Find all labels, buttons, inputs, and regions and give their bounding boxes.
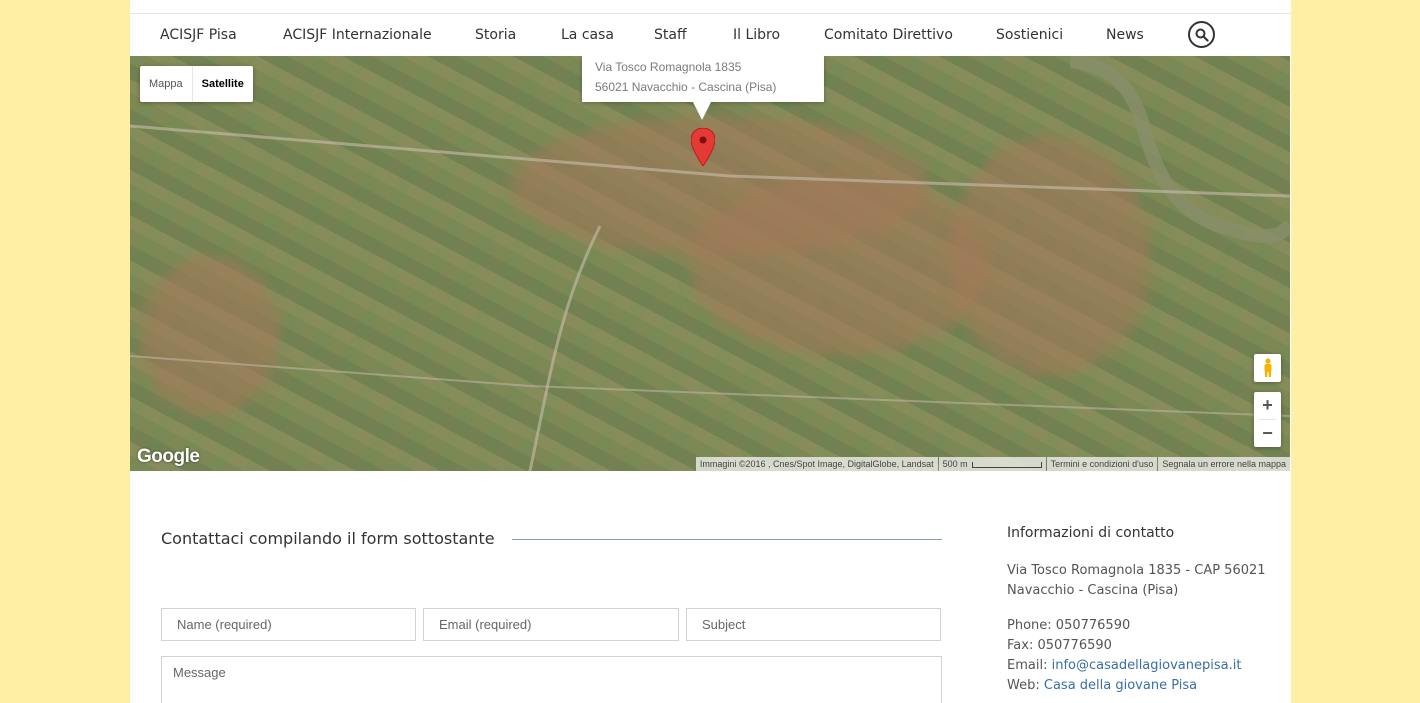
nav-item-comitato-direttivo[interactable]: Comitato Direttivo (824, 14, 953, 56)
main-navigation: ACISJF Pisa ACISJF Internazionale Storia… (130, 14, 1291, 56)
phone-label: Phone: (1007, 618, 1052, 633)
map-imagery-credit: Immagini ©2016 , Cnes/Spot Image, Digita… (695, 457, 938, 471)
email-field[interactable]: Email (required) (423, 608, 679, 641)
street-view-button[interactable] (1254, 354, 1281, 382)
info-window-address-line2: 56021 Navacchio - Cascina (Pisa) (595, 80, 777, 94)
nav-item-il-libro[interactable]: Il Libro (733, 14, 780, 56)
map-terms-link[interactable]: Termini e condizioni d'uso (1046, 457, 1158, 471)
phone-line: Phone: 050776590 (1007, 616, 1130, 636)
nav-item-acisjf-internazionale[interactable]: ACISJF Internazionale (283, 14, 432, 56)
form-heading: Contattaci compilando il form sottostant… (161, 529, 495, 548)
fax-label: Fax: (1007, 638, 1034, 653)
nav-item-storia[interactable]: Storia (475, 14, 516, 56)
email-label: Email: (1007, 658, 1048, 673)
map-scale[interactable]: 500 m (938, 457, 1046, 471)
search-button[interactable] (1188, 21, 1215, 48)
web-label: Web: (1007, 678, 1040, 693)
satellite-map[interactable]: Mappa Satellite Via Tosco Romagnola 1835… (130, 56, 1290, 471)
zoom-control: + − (1254, 392, 1281, 447)
map-pin-icon[interactable] (691, 128, 715, 166)
nav-item-news[interactable]: News (1106, 14, 1144, 56)
map-attribution-bar: Immagini ©2016 , Cnes/Spot Image, Digita… (695, 457, 1290, 471)
nav-item-sostienici[interactable]: Sostienici (996, 14, 1063, 56)
info-window-address-line1: Via Tosco Romagnola 1835 (595, 60, 742, 74)
page-container: ACISJF Pisa ACISJF Internazionale Storia… (130, 0, 1291, 703)
map-type-control: Mappa Satellite (140, 66, 253, 102)
address-line1: Via Tosco Romagnola 1835 - CAP 56021 (1007, 563, 1266, 578)
map-report-link[interactable]: Segnala un errore nella mappa (1158, 457, 1290, 471)
email-link[interactable]: info@casadellagiovanepisa.it (1052, 658, 1242, 673)
email-line: Email: info@casadellagiovanepisa.it (1007, 656, 1241, 676)
fax-value: 050776590 (1037, 638, 1112, 653)
map-type-map-button[interactable]: Mappa (140, 66, 193, 102)
fax-line: Fax: 050776590 (1007, 636, 1112, 656)
scale-bar (971, 461, 1042, 468)
name-field[interactable]: Name (required) (161, 608, 416, 641)
nav-item-staff[interactable]: Staff (654, 14, 687, 56)
nav-item-acisjf-pisa[interactable]: ACISJF Pisa (160, 14, 237, 56)
message-field[interactable]: Message (161, 656, 942, 703)
web-line: Web: Casa della giovane Pisa (1007, 676, 1197, 696)
contact-info-title: Informazioni di contatto (1007, 525, 1175, 541)
map-info-window: Via Tosco Romagnola 1835 56021 Navacchio… (582, 56, 824, 120)
web-link[interactable]: Casa della giovane Pisa (1044, 678, 1197, 693)
top-strip (130, 0, 1291, 14)
subject-field[interactable]: Subject (686, 608, 941, 641)
google-logo: Google (137, 446, 200, 467)
zoom-in-button[interactable]: + (1254, 392, 1281, 419)
address-line2: Navacchio - Cascina (Pisa) (1007, 583, 1179, 598)
heading-divider (512, 539, 942, 540)
search-icon (1195, 28, 1209, 42)
zoom-out-button[interactable]: − (1254, 420, 1281, 447)
map-type-satellite-button[interactable]: Satellite (193, 66, 253, 102)
nav-item-la-casa[interactable]: La casa (561, 14, 614, 56)
phone-value: 050776590 (1055, 618, 1131, 633)
pegman-icon (1264, 358, 1271, 377)
